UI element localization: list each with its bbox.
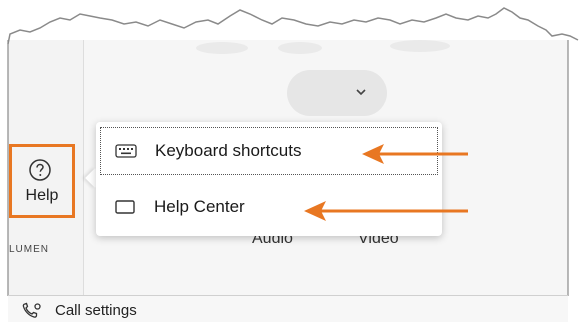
help-button-label[interactable]: Help bbox=[14, 187, 70, 205]
device-dropdown[interactable] bbox=[287, 70, 387, 116]
screenshot-page: Help LUMEN Audio Video Keyboard shortcut… bbox=[0, 0, 584, 322]
brand-label: LUMEN bbox=[9, 244, 50, 255]
call-settings-link[interactable]: Call settings bbox=[55, 302, 137, 319]
menu-item-label: Help Center bbox=[154, 197, 245, 216]
question-circle-icon bbox=[29, 159, 51, 181]
keyboard-icon bbox=[115, 144, 137, 158]
annotation-arrow-help-center bbox=[304, 201, 468, 221]
annotation-arrow-keyboard bbox=[362, 144, 468, 164]
chevron-down-icon bbox=[356, 89, 366, 96]
phone-settings-icon bbox=[22, 302, 41, 318]
menu-item-label: Keyboard shortcuts bbox=[155, 141, 302, 160]
window-icon bbox=[115, 200, 135, 214]
